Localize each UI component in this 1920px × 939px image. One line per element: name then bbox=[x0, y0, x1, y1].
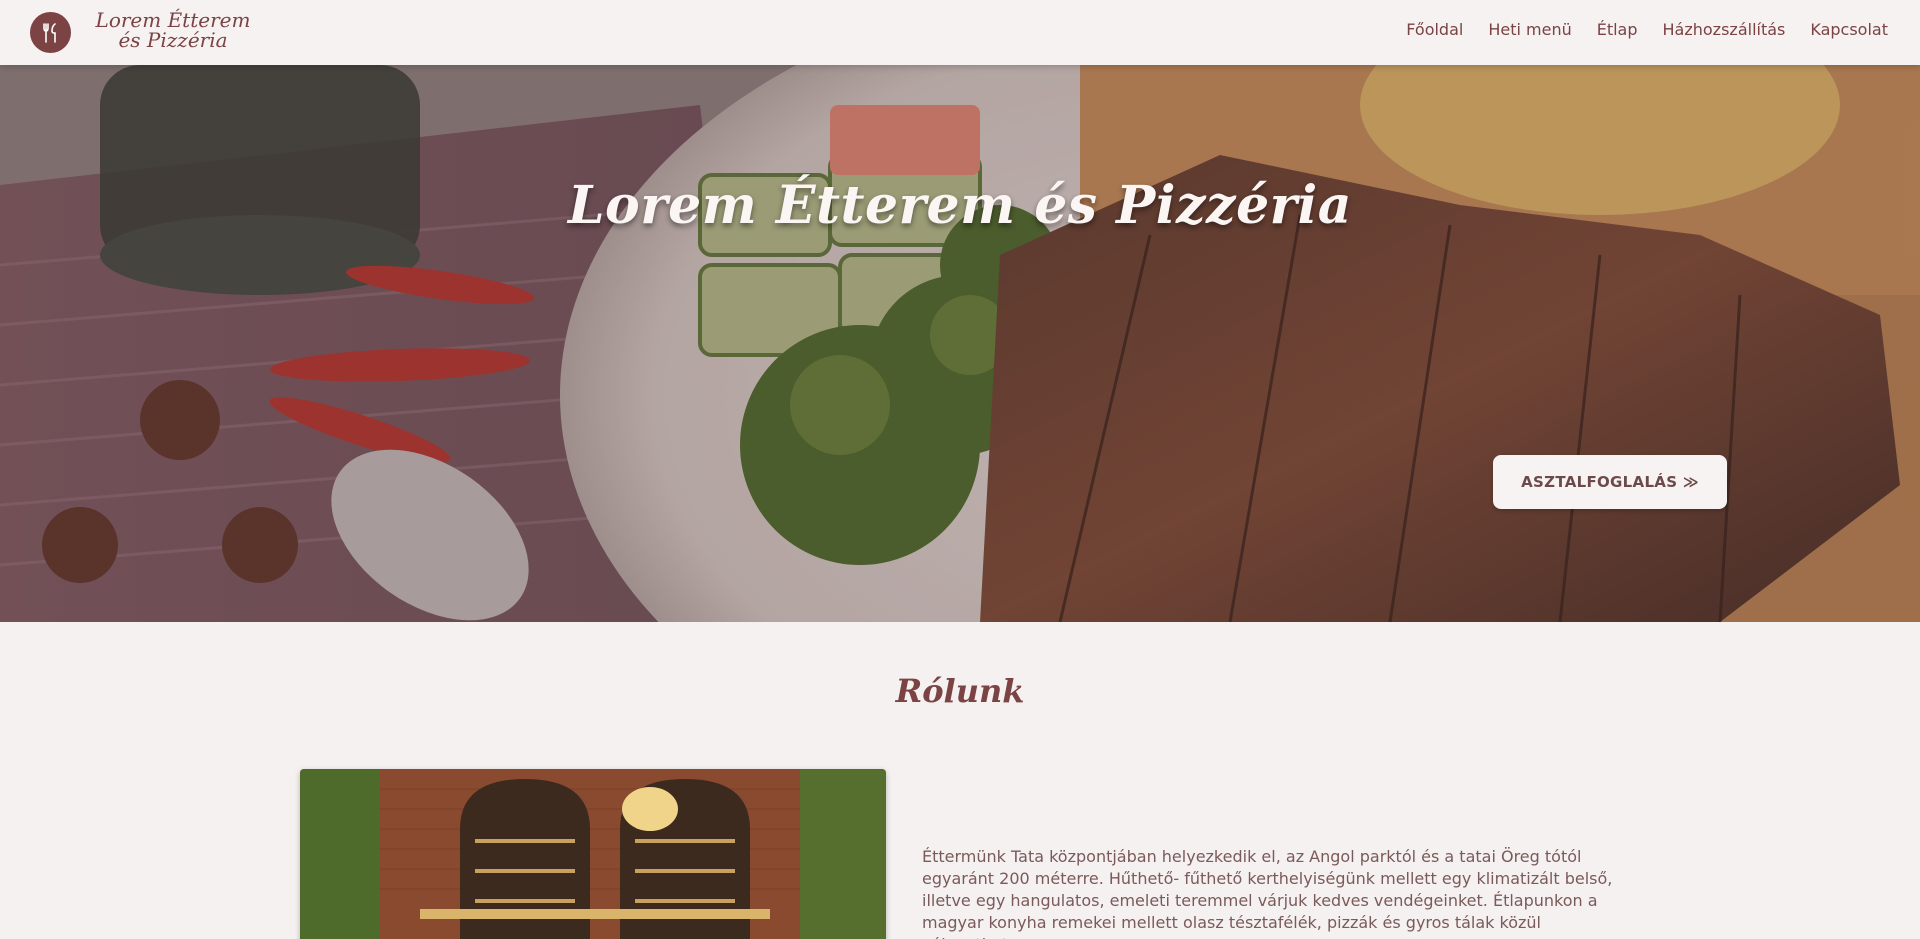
nav-item-hazhozszallitas[interactable]: Házhozszállítás bbox=[1663, 20, 1786, 39]
nav-item-etlap[interactable]: Étlap bbox=[1597, 20, 1638, 39]
brand-name[interactable]: Lorem Étterem és Pizzéria bbox=[88, 10, 258, 50]
hero-section: Lorem Étterem és Pizzéria ASZTALFOGLALÁS… bbox=[0, 65, 1920, 622]
nav-item-fooldal[interactable]: Főoldal bbox=[1406, 20, 1463, 39]
reservation-button[interactable]: ASZTALFOGLALÁS ≫ bbox=[1493, 455, 1727, 509]
hero-title: Lorem Étterem és Pizzéria bbox=[567, 175, 1353, 236]
navbar: Lorem Étterem és Pizzéria Főoldal Heti m… bbox=[0, 0, 1920, 65]
nav-item-heti-menu[interactable]: Heti menü bbox=[1488, 20, 1571, 39]
fork-knife-icon[interactable] bbox=[30, 12, 71, 53]
hero-overlay bbox=[0, 65, 1920, 622]
main-nav: Főoldal Heti menü Étlap Házhozszállítás … bbox=[1406, 20, 1888, 39]
about-text: Éttermünk Tata központjában helyezkedik … bbox=[922, 847, 1613, 939]
nav-item-kapcsolat[interactable]: Kapcsolat bbox=[1810, 20, 1888, 39]
about-title: Rólunk bbox=[895, 672, 1025, 710]
restaurant-interior-image bbox=[300, 769, 886, 939]
